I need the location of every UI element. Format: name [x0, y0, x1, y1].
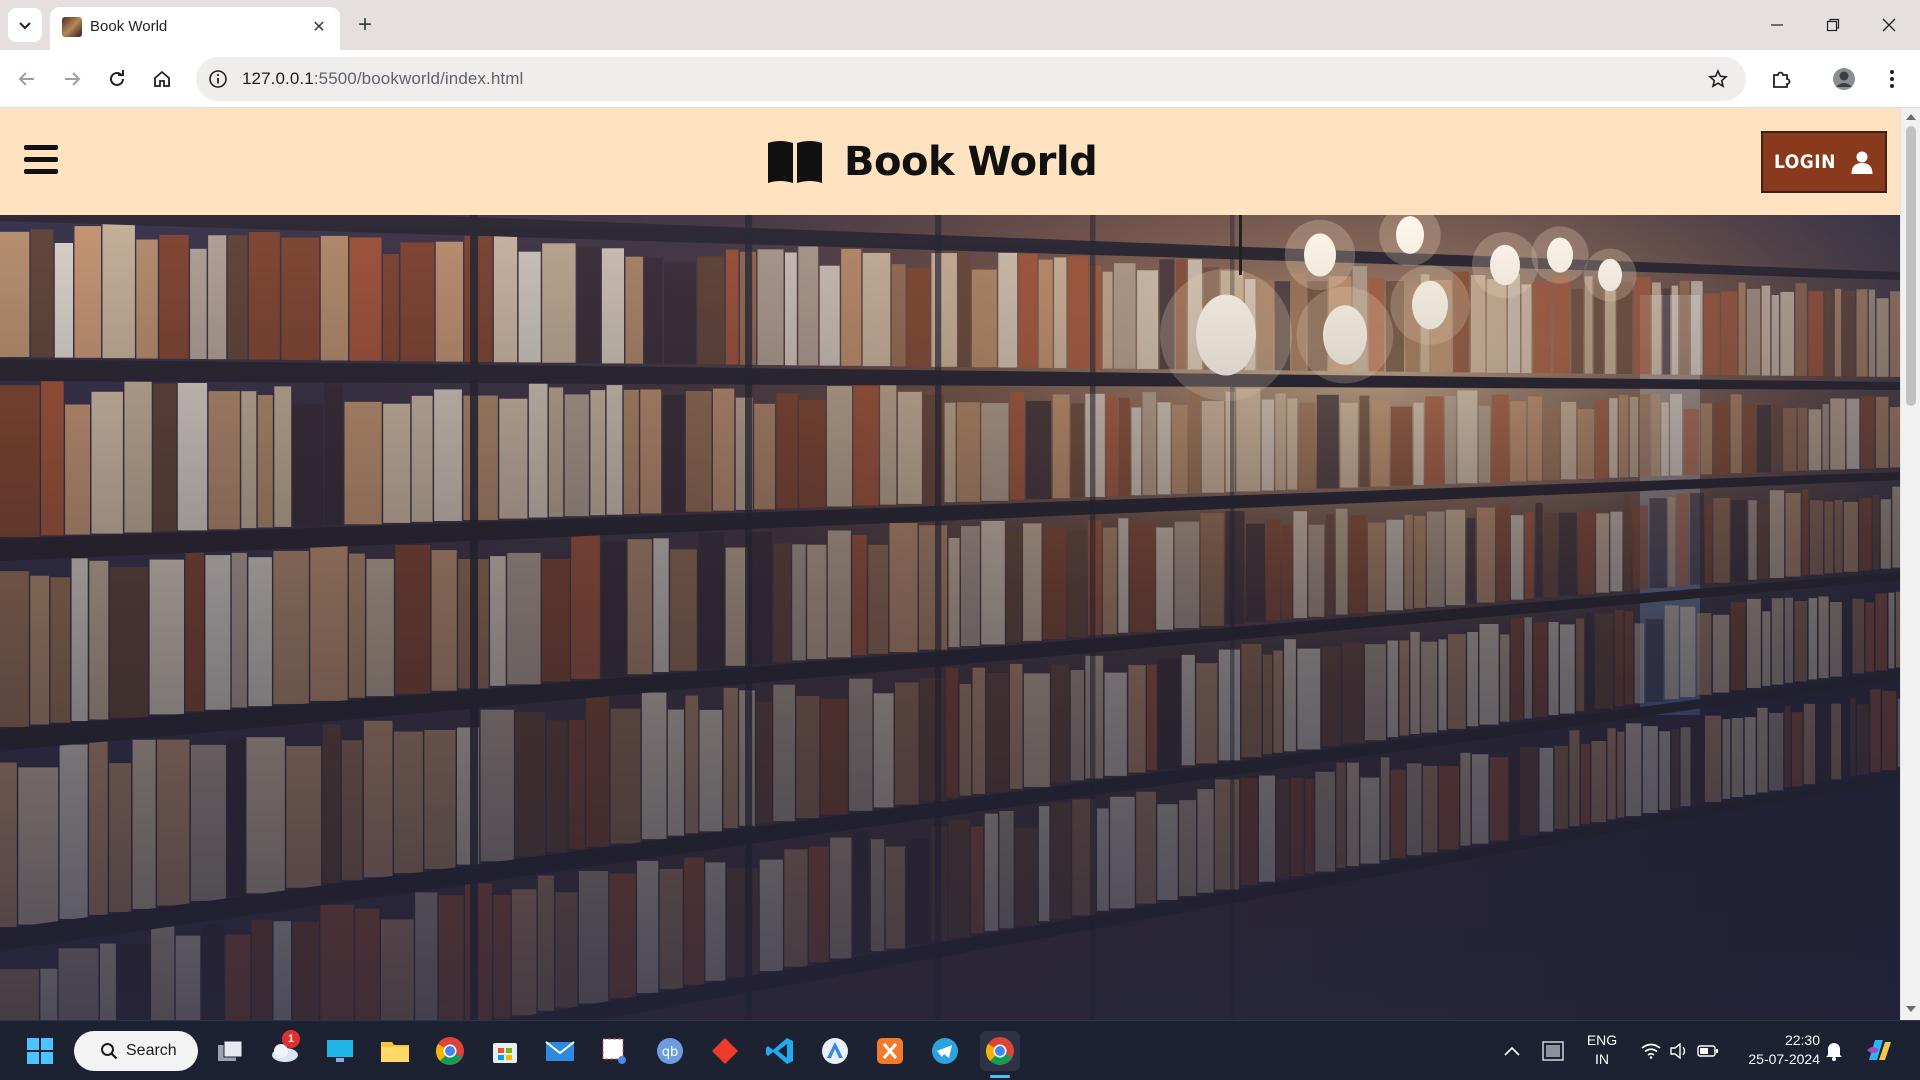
scrollbar-thumb[interactable] — [1906, 126, 1916, 406]
snipping-tool-icon[interactable] — [595, 1031, 635, 1071]
reload-icon — [110, 70, 124, 86]
arrow-left-icon — [18, 72, 34, 86]
brand-title: Book World — [844, 139, 1098, 185]
browser-toolbar: 127.0.0.1:5500/bookworld/index.html — [0, 50, 1920, 108]
site-info-icon[interactable] — [204, 65, 232, 93]
arrow-right-icon — [65, 72, 81, 86]
copilot-icon[interactable] — [1858, 1031, 1898, 1071]
site-brand[interactable]: Book World — [766, 134, 1098, 190]
qbittorrent-icon[interactable]: qb — [650, 1031, 690, 1071]
home-button[interactable] — [144, 61, 180, 97]
search-icon — [101, 1043, 118, 1060]
taskbar-search[interactable]: Search — [74, 1031, 198, 1071]
azure-icon[interactable] — [815, 1031, 855, 1071]
bookmark-star-icon[interactable] — [1704, 65, 1732, 93]
forward-button[interactable] — [54, 61, 90, 97]
page-scrollbar[interactable] — [1900, 108, 1920, 1020]
notification-badge: 1 — [282, 1030, 300, 1048]
start-button[interactable] — [20, 1031, 60, 1071]
search-label: Search — [126, 1042, 177, 1059]
mail-icon[interactable] — [540, 1031, 580, 1071]
url-text: 127.0.0.1:5500/bookworld/index.html — [242, 69, 524, 88]
battery-icon — [1697, 1045, 1718, 1057]
wifi-icon — [1641, 1043, 1661, 1059]
site-favicon-icon — [62, 17, 82, 37]
hero-illustration — [0, 215, 1900, 1020]
vscode-icon[interactable] — [760, 1031, 800, 1071]
open-book-icon — [768, 141, 822, 183]
user-icon — [1851, 151, 1873, 174]
browser-tab-active[interactable]: Book World ✕ — [50, 7, 340, 50]
restore-button[interactable] — [1805, 0, 1861, 50]
task-view-icon[interactable] — [210, 1031, 250, 1071]
restore-icon — [1826, 18, 1840, 32]
file-explorer-icon[interactable] — [375, 1031, 415, 1071]
browser-menu-button[interactable] — [1874, 61, 1910, 97]
scroll-down-arrow-icon[interactable] — [1905, 1004, 1917, 1014]
back-button[interactable] — [9, 61, 45, 97]
scroll-up-arrow-icon[interactable] — [1905, 112, 1917, 122]
anydesk-icon[interactable] — [705, 1031, 745, 1071]
hero-bookshelf-image — [0, 215, 1900, 1020]
browser-tab-strip: Book World ✕ + — [0, 0, 1920, 50]
close-icon — [1882, 18, 1896, 32]
xampp-icon[interactable] — [870, 1031, 910, 1071]
tab-close-icon[interactable]: ✕ — [308, 16, 330, 38]
hamburger-menu-icon[interactable] — [24, 145, 60, 177]
show-hidden-icons-chevron-up-icon[interactable] — [1492, 1031, 1532, 1071]
desktop-app-icon[interactable] — [320, 1031, 360, 1071]
avatar — [1833, 68, 1855, 90]
telegram-icon[interactable] — [925, 1031, 965, 1071]
chrome-icon[interactable] — [430, 1031, 470, 1071]
minimize-icon — [1771, 24, 1783, 26]
store-icon[interactable] — [485, 1031, 525, 1071]
notification-bell-icon[interactable] — [1816, 1031, 1852, 1071]
address-bar[interactable]: 127.0.0.1:5500/bookworld/index.html — [196, 57, 1746, 101]
extensions-button[interactable] — [1763, 61, 1799, 97]
active-app-indicator — [990, 1075, 1010, 1078]
volume-icon — [1670, 1043, 1686, 1059]
tray-app-icon[interactable] — [1533, 1031, 1573, 1071]
taskbar-clock[interactable]: 22:30 25-07-2024 — [1730, 1031, 1820, 1069]
minimize-button[interactable] — [1749, 0, 1805, 50]
reload-button[interactable] — [99, 61, 135, 97]
svg-text:qb: qb — [662, 1045, 679, 1060]
home-icon — [154, 70, 170, 87]
new-tab-button[interactable]: + — [350, 10, 380, 40]
close-window-button[interactable] — [1861, 0, 1917, 50]
tab-search-button[interactable] — [8, 8, 42, 42]
profile-button[interactable] — [1826, 61, 1862, 97]
tab-title: Book World — [90, 18, 168, 35]
site-header: Book World LOGIN — [0, 108, 1900, 215]
chrome-active-icon[interactable] — [980, 1031, 1020, 1071]
page-viewport: Book World LOGIN — [0, 108, 1900, 1020]
login-button[interactable]: LOGIN — [1761, 131, 1887, 193]
windows-logo-icon — [27, 1038, 53, 1064]
more-vertical-icon — [1890, 70, 1894, 88]
system-tray-quick-settings[interactable] — [1630, 1031, 1730, 1071]
chevron-down-icon — [19, 22, 31, 30]
language-indicator[interactable]: ENG IN — [1580, 1031, 1624, 1069]
windows-taskbar: Search 1 qb ENG IN 22:30 25-07-2024 — [0, 1020, 1920, 1080]
puzzle-icon — [1773, 71, 1791, 88]
login-label: LOGIN — [1774, 151, 1836, 173]
